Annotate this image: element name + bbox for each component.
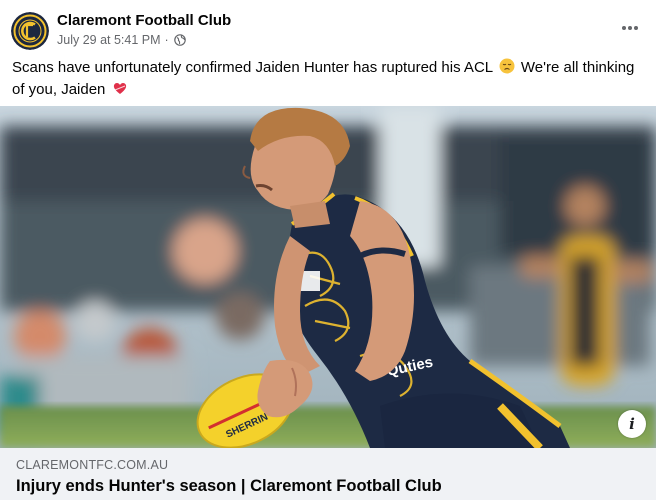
page-name[interactable]: Claremont Football Club <box>57 12 231 29</box>
post-text: Scans have unfortunately confirmed Jaide… <box>12 58 648 102</box>
club-logo-avatar[interactable] <box>11 12 49 50</box>
facebook-post: Claremont Football Club July 29 at 5:41 … <box>0 0 656 500</box>
disappointed-face-emoji <box>499 58 515 80</box>
image-info-icon[interactable]: i <box>618 410 646 438</box>
link-preview[interactable]: CLAREMONTFC.COM.AU Injury ends Hunter's … <box>0 448 656 500</box>
heart-emoji <box>112 80 128 102</box>
link-title[interactable]: Injury ends Hunter's season | Claremont … <box>16 477 442 496</box>
post-header: Claremont Football Club July 29 at 5:41 … <box>0 0 656 56</box>
post-meta: July 29 at 5:41 PM · <box>57 33 186 47</box>
globe-icon <box>173 34 186 46</box>
meta-separator: · <box>164 33 169 47</box>
post-timestamp[interactable]: July 29 at 5:41 PM <box>57 33 161 47</box>
post-text-main: Scans have unfortunately confirmed Jaide… <box>12 59 493 76</box>
link-domain: CLAREMONTFC.COM.AU <box>16 458 169 472</box>
post-photo[interactable]: Quties SHERRIN i <box>0 106 656 448</box>
more-options-icon[interactable] <box>618 18 642 38</box>
